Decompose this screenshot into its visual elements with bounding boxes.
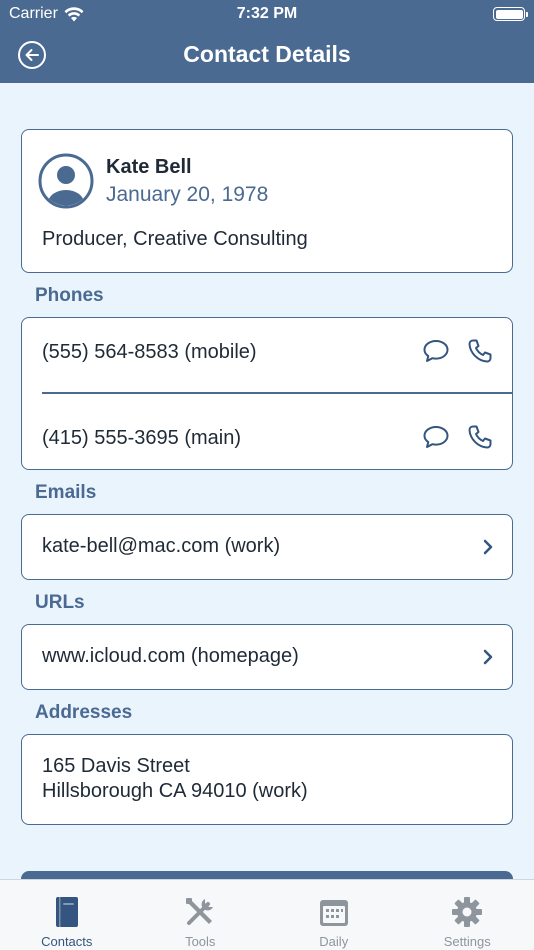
status-time: 7:32 PM <box>236 5 298 22</box>
navigation-bar: Contact Details <box>0 28 534 83</box>
tab-contacts[interactable]: Contacts <box>0 880 134 950</box>
emails-section-label: Emails <box>35 482 97 503</box>
address-line-1: 165 Davis Street <box>42 755 190 777</box>
phones-section-label: Phones <box>35 285 104 306</box>
email-row[interactable]: kate-bell@mac.com (work) <box>21 514 513 580</box>
phone-number: (555) 564-8583 (mobile) <box>42 341 257 363</box>
phone-row[interactable]: (555) 564-8583 (mobile) <box>22 327 512 377</box>
tab-label: Settings <box>443 934 491 949</box>
address-card[interactable]: 165 Davis Street Hillsborough CA 94010 (… <box>21 734 513 825</box>
url-value: www.icloud.com (homepage) <box>42 645 299 667</box>
phone-call-icon[interactable] <box>466 423 494 451</box>
status-bar: Carrier 7:32 PM <box>0 0 534 28</box>
contact-job-title: Producer, Creative Consulting <box>42 228 308 250</box>
url-row[interactable]: www.icloud.com (homepage) <box>21 624 513 690</box>
tools-icon <box>186 898 214 925</box>
contact-summary-card: Kate Bell January 20, 1978 Producer, Cre… <box>21 129 513 273</box>
phone-number: (415) 555-3695 (main) <box>42 427 241 449</box>
tab-label: Contacts <box>41 934 93 949</box>
phone-row[interactable]: (415) 555-3695 (main) <box>22 413 512 463</box>
tab-tools[interactable]: Tools <box>134 880 268 950</box>
chevron-right-icon <box>483 539 493 555</box>
tab-daily[interactable]: Daily <box>267 880 401 950</box>
urls-section-label: URLs <box>35 592 85 613</box>
gear-icon <box>452 897 483 927</box>
message-bubble-icon[interactable] <box>421 424 451 450</box>
contact-birthday: January 20, 1978 <box>106 183 269 206</box>
book-icon <box>55 897 78 927</box>
row-divider <box>42 392 512 394</box>
phone-call-icon[interactable] <box>466 337 494 365</box>
tab-label: Tools <box>185 934 216 949</box>
calendar-icon <box>319 900 348 926</box>
tab-label: Daily <box>319 934 349 949</box>
tab-bar: Contacts Tools Daily Settings <box>0 879 534 950</box>
phones-card: (555) 564-8583 (mobile) (415) 555-3695 (… <box>21 317 513 470</box>
address-line-2: Hillsborough CA 94010 (work) <box>42 780 308 802</box>
contact-name: Kate Bell <box>106 156 192 178</box>
chevron-right-icon <box>483 649 493 665</box>
page-title: Contact Details <box>183 41 351 67</box>
battery-icon <box>493 7 528 21</box>
addresses-section-label: Addresses <box>35 702 133 723</box>
message-bubble-icon[interactable] <box>421 338 451 364</box>
avatar-icon <box>38 153 94 209</box>
email-address: kate-bell@mac.com (work) <box>42 535 281 557</box>
tab-settings[interactable]: Settings <box>401 880 534 950</box>
